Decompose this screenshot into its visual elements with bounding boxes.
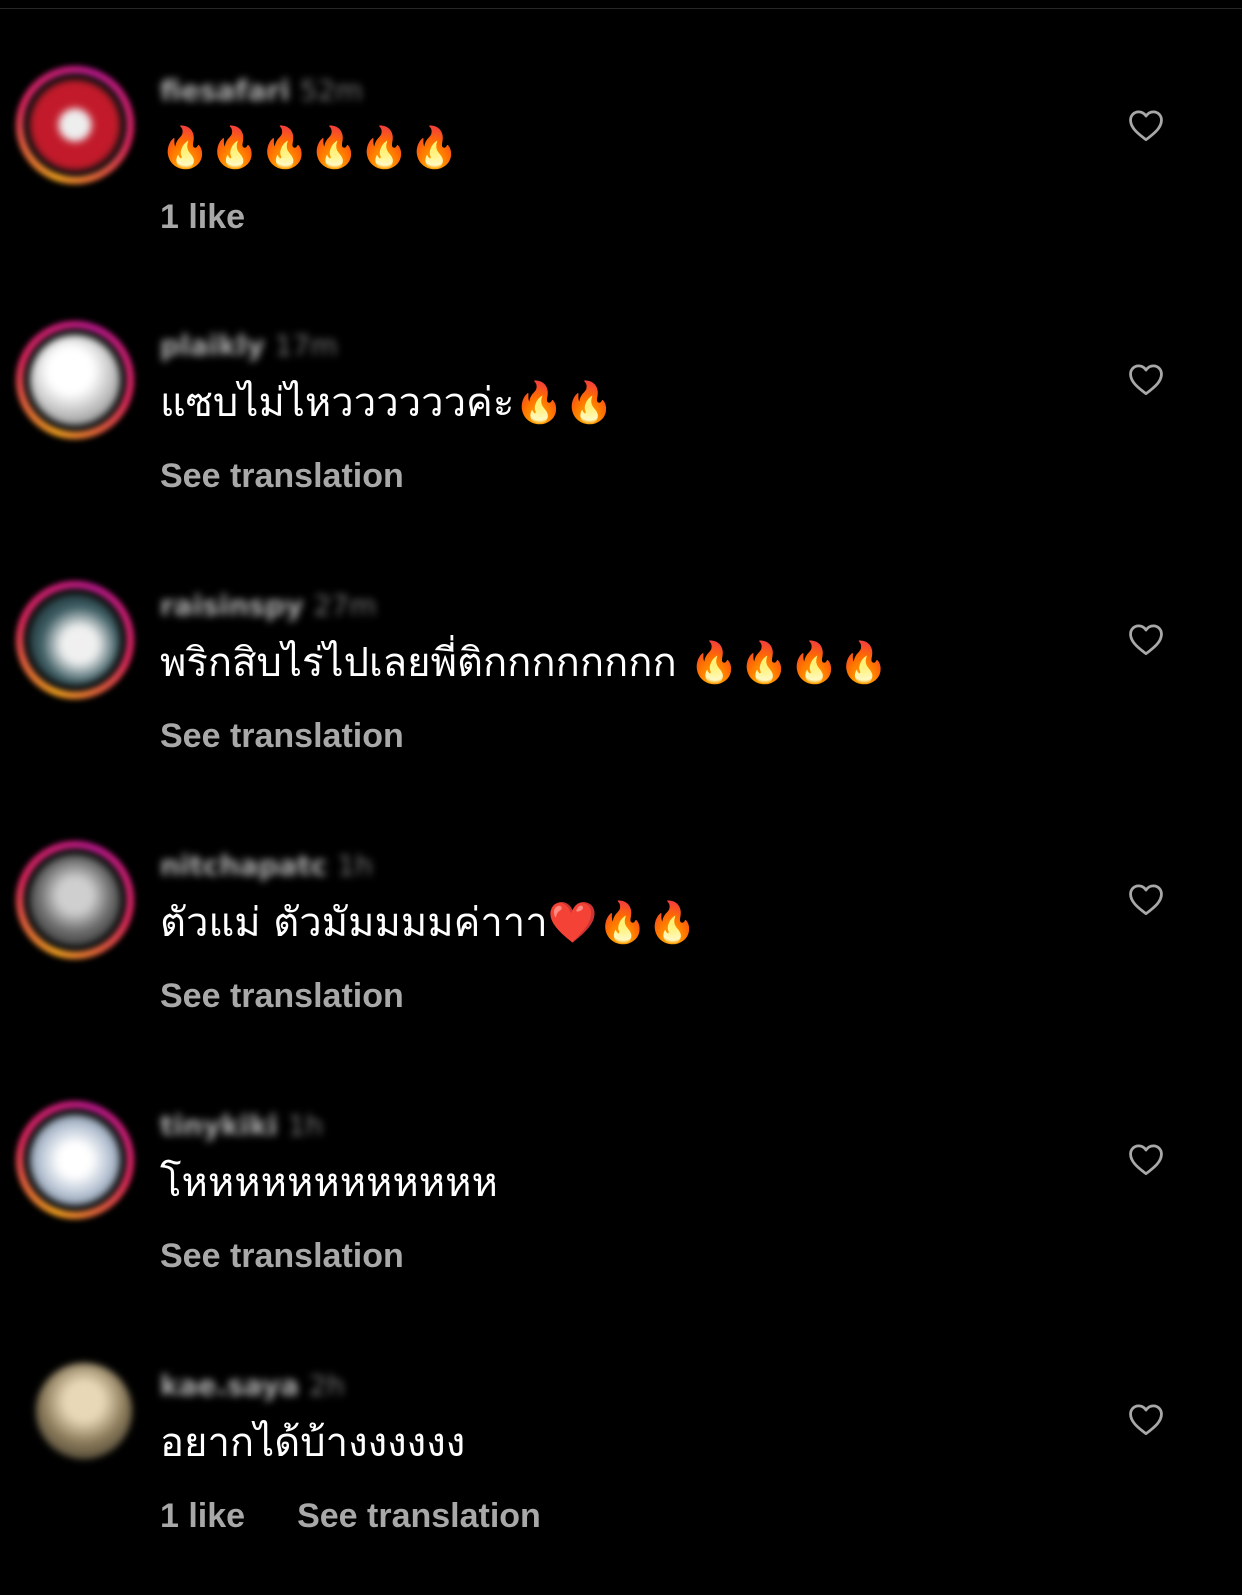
- username[interactable]: nitchapatc: [160, 849, 327, 882]
- timestamp: 1h: [337, 848, 373, 882]
- avatar[interactable]: [16, 321, 134, 439]
- timestamp: 52m: [299, 73, 363, 107]
- avatar[interactable]: [16, 66, 134, 184]
- heart-outline-icon[interactable]: [1126, 1139, 1166, 1179]
- see-translation-link[interactable]: See translation: [160, 457, 404, 496]
- username[interactable]: plaikly: [160, 329, 265, 362]
- comment-item: plaikly 17m แซบไม่ไหววววววค่ะ🔥🔥 See tran…: [0, 305, 1242, 555]
- see-translation-link[interactable]: See translation: [160, 717, 404, 756]
- comment-item: raisinspy 27m พริกสิบไร่ไปเลยพี่ติกกกกกก…: [0, 565, 1242, 815]
- username[interactable]: kae.saya: [160, 1369, 299, 1402]
- timestamp: 1h: [287, 1108, 324, 1142]
- timestamp: 2h: [309, 1368, 345, 1402]
- see-translation-link[interactable]: See translation: [297, 1497, 541, 1536]
- heart-outline-icon[interactable]: [1126, 879, 1166, 919]
- avatar[interactable]: [36, 1363, 132, 1459]
- comment-item: nitchapatc 1h ตัวแม่ ตัวมัมมมมค่าาา❤️🔥🔥 …: [0, 825, 1242, 1075]
- comment-item: kae.saya 2h อยากได้บ้างงงงงง 1 like See …: [0, 1345, 1242, 1595]
- like-count[interactable]: 1 like: [160, 1497, 245, 1536]
- avatar[interactable]: [16, 1101, 134, 1219]
- username[interactable]: tinykiki: [160, 1109, 278, 1142]
- top-divider: [0, 8, 1242, 9]
- comment-text: อยากได้บ้างงงงงง: [160, 1420, 466, 1466]
- like-count[interactable]: 1 like: [160, 198, 245, 237]
- heart-outline-icon[interactable]: [1126, 105, 1166, 145]
- comment-text: โหหหหหหหหหหหห: [160, 1160, 498, 1206]
- comment-text: 🔥🔥🔥🔥🔥🔥: [160, 125, 459, 171]
- timestamp: 27m: [313, 588, 377, 622]
- comment-text: ตัวแม่ ตัวมัมมมมค่าาา❤️🔥🔥: [160, 900, 698, 946]
- see-translation-link[interactable]: See translation: [160, 1237, 404, 1276]
- heart-outline-icon[interactable]: [1126, 1399, 1166, 1439]
- avatar[interactable]: [16, 581, 134, 699]
- comment-text: พริกสิบไร่ไปเลยพี่ติกกกกกกกก 🔥🔥🔥🔥: [160, 640, 889, 686]
- avatar[interactable]: [16, 841, 134, 959]
- comment-text: แซบไม่ไหววววววค่ะ🔥🔥: [160, 380, 614, 426]
- comment-item: fiesafari 52m 🔥🔥🔥🔥🔥🔥 1 like: [0, 50, 1242, 300]
- timestamp: 17m: [274, 328, 338, 362]
- comment-item: tinykiki 1h โหหหหหหหหหหหห See translatio…: [0, 1085, 1242, 1335]
- username[interactable]: raisinspy: [160, 589, 303, 622]
- see-translation-link[interactable]: See translation: [160, 977, 404, 1016]
- username[interactable]: fiesafari: [160, 74, 290, 107]
- heart-outline-icon[interactable]: [1126, 359, 1166, 399]
- heart-outline-icon[interactable]: [1126, 619, 1166, 659]
